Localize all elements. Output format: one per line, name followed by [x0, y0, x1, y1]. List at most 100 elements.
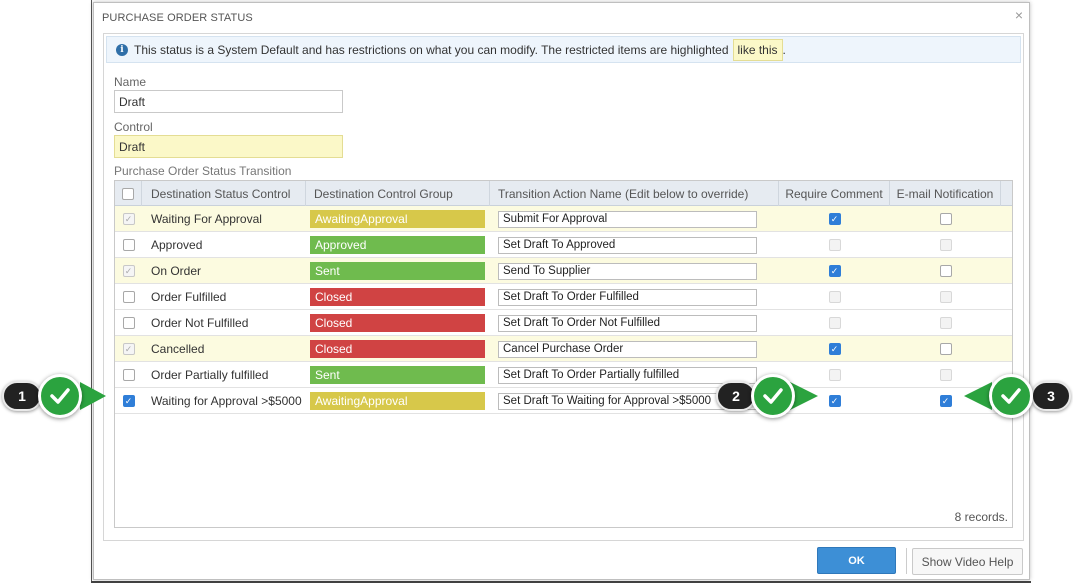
email-notification-checkbox: [939, 369, 952, 381]
info-end: .: [782, 42, 786, 57]
callout-number-3: 3: [1031, 381, 1071, 411]
require-comment-checkbox: [828, 369, 841, 381]
require-comment-checkbox[interactable]: ✓: [828, 395, 841, 407]
callout-arrow-1: [80, 382, 106, 410]
destination-group-cell: Closed: [306, 336, 490, 362]
destination-status: On Order: [151, 264, 202, 278]
records-count: 8 records.: [954, 510, 1008, 524]
control-group-badge: Sent: [310, 262, 485, 280]
grid-header: Destination Status Control Destination C…: [115, 181, 1012, 206]
transition-section-label: Purchase Order Status Transition: [114, 164, 292, 178]
table-row: ✓ On Order Sent Send To Supplier ✓: [115, 258, 1012, 284]
require-comment-checkbox[interactable]: ✓: [828, 213, 841, 225]
action-name-cell: Set Draft To Order Fulfilled: [490, 284, 779, 310]
callout-check-icon-1: [38, 374, 82, 418]
require-comment-checkbox[interactable]: ✓: [828, 343, 841, 355]
row-select-checkbox[interactable]: [122, 369, 135, 381]
email-notification-checkbox[interactable]: ✓: [939, 395, 952, 407]
action-name-cell: Submit For Approval: [490, 206, 779, 232]
row-select-cell: [115, 284, 142, 310]
email-notification-checkbox[interactable]: [939, 265, 952, 277]
destination-status: Order Not Fulfilled: [151, 316, 249, 330]
backdrop-edge: [91, 0, 92, 583]
table-row: Approved Approved Set Draft To Approved: [115, 232, 1012, 258]
action-name-input[interactable]: Set Draft To Order Partially fulfilled: [498, 366, 757, 384]
table-row: ✓ Waiting for Approval >$5000 AwaitingAppr…: [115, 388, 1012, 414]
destination-status: Approved: [151, 238, 203, 252]
callout-check-icon-3: [989, 374, 1033, 418]
control-group-badge: Closed: [310, 340, 485, 358]
purchase-order-status-dialog: PURCHASE ORDER STATUS × i This status is…: [93, 2, 1030, 580]
email-notification-checkbox[interactable]: [939, 343, 952, 355]
require-comment-cell: ✓: [779, 336, 890, 362]
require-comment-cell: ✓: [779, 206, 890, 232]
control-group-badge: Approved: [310, 236, 485, 254]
action-name-input[interactable]: Set Draft To Order Not Fulfilled: [498, 314, 757, 332]
callout-arrow-3: [964, 382, 992, 410]
action-name-input[interactable]: Set Draft To Approved: [498, 236, 757, 254]
control-group-badge: Closed: [310, 314, 485, 332]
table-row: ✓ Cancelled Closed Cancel Purchase Order ✓: [115, 336, 1012, 362]
require-comment-checkbox: [828, 239, 841, 251]
callout-number-1: 1: [2, 381, 42, 411]
column-header-status[interactable]: Destination Status Control: [142, 181, 306, 206]
select-all-checkbox[interactable]: [122, 187, 134, 200]
control-group-badge: Sent: [310, 366, 485, 384]
row-select-checkbox[interactable]: ✓: [122, 395, 135, 407]
action-name-input[interactable]: Send To Supplier: [498, 262, 757, 280]
destination-group-cell: AwaitingApproval: [306, 206, 490, 232]
email-notification-checkbox: [939, 239, 952, 251]
column-header-group[interactable]: Destination Control Group: [306, 181, 490, 206]
row-select-checkbox: ✓: [122, 213, 135, 225]
destination-status: Waiting For Approval: [151, 212, 262, 226]
require-comment-checkbox: [828, 291, 841, 303]
table-row: ✓ Waiting For Approval AwaitingApproval Sub…: [115, 206, 1012, 232]
action-name-input[interactable]: Submit For Approval: [498, 210, 757, 228]
require-comment-cell: ✓: [779, 258, 890, 284]
email-notification-cell: [890, 310, 1001, 336]
column-header-require-comment[interactable]: Require Comment: [779, 181, 890, 206]
email-notification-checkbox: [939, 291, 952, 303]
control-label: Control: [114, 120, 153, 134]
close-icon[interactable]: ×: [1015, 8, 1023, 22]
highlight-example: like this: [732, 38, 783, 61]
control-group-badge: AwaitingApproval: [310, 210, 485, 228]
row-select-checkbox[interactable]: [122, 239, 135, 251]
row-select-cell: [115, 310, 142, 336]
row-select-cell: [115, 232, 142, 258]
show-video-help-button[interactable]: Show Video Help: [912, 548, 1023, 575]
destination-status: Waiting for Approval >$5000: [151, 394, 302, 408]
require-comment-cell: [779, 284, 890, 310]
action-name-input[interactable]: Cancel Purchase Order: [498, 340, 757, 358]
action-name-input[interactable]: Set Draft To Order Fulfilled: [498, 288, 757, 306]
select-all-cell: [115, 181, 142, 206]
table-row: Order Not Fulfilled Closed Set Draft To Or…: [115, 310, 1012, 336]
dialog-title: PURCHASE ORDER STATUS: [102, 12, 253, 24]
row-select-cell: ✓: [115, 206, 142, 232]
require-comment-cell: [779, 310, 890, 336]
action-name-cell: Set Draft To Order Not Fulfilled: [490, 310, 779, 336]
require-comment-checkbox[interactable]: ✓: [828, 265, 841, 277]
row-select-cell: ✓: [115, 258, 142, 284]
row-select-checkbox[interactable]: [122, 291, 135, 303]
row-select-cell: [115, 362, 142, 388]
destination-group-cell: Approved: [306, 232, 490, 258]
page: PURCHASE ORDER STATUS × i This status is…: [0, 0, 1073, 583]
column-header-email[interactable]: E-mail Notification: [890, 181, 1001, 206]
action-name-cell: Send To Supplier: [490, 258, 779, 284]
row-select-cell: ✓: [115, 388, 142, 414]
column-header-action[interactable]: Transition Action Name (Edit below to ov…: [490, 181, 779, 206]
email-notification-cell: [890, 258, 1001, 284]
action-name-cell: Set Draft To Approved: [490, 232, 779, 258]
name-label: Name: [114, 75, 147, 89]
button-separator: [906, 548, 907, 574]
name-field[interactable]: Draft: [114, 90, 343, 113]
info-text: This status is a System Default and has …: [134, 42, 729, 57]
row-select-checkbox: ✓: [122, 265, 135, 277]
ok-button[interactable]: OK: [817, 547, 896, 574]
email-notification-checkbox[interactable]: [939, 213, 952, 225]
control-field: Draft: [114, 135, 343, 158]
callout-number-2: 2: [716, 381, 756, 411]
row-select-checkbox[interactable]: [122, 317, 135, 329]
callout-check-icon-2: [751, 374, 795, 418]
